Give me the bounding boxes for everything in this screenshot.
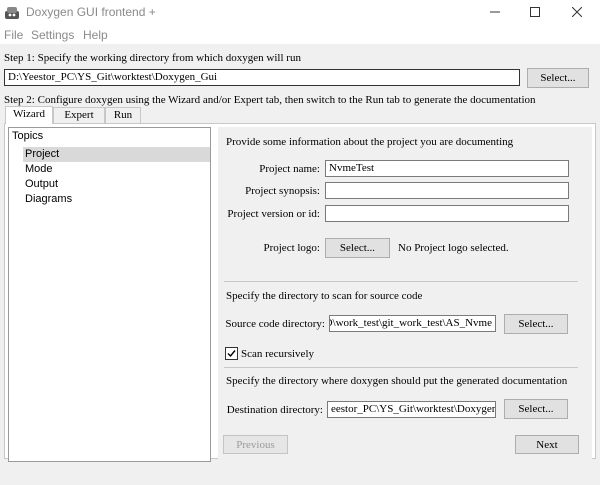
source-heading: Specify the directory to scan for source…: [226, 290, 423, 302]
project-logo-select-button[interactable]: Select...: [325, 238, 390, 258]
step1-label: Step 1: Specify the working directory fr…: [4, 52, 301, 64]
project-synopsis-label: Project synopsis:: [245, 185, 320, 197]
source-dir-select-button[interactable]: Select...: [504, 314, 568, 334]
checkmark-icon: [227, 350, 236, 358]
topic-item-mode[interactable]: Mode: [23, 162, 210, 177]
project-version-label: Project version or id:: [227, 208, 320, 220]
destination-heading: Specify the directory where doxygen shou…: [226, 375, 568, 387]
title-bar: Doxygen GUI frontend +: [0, 0, 600, 26]
scan-recursively-label: Scan recursively: [241, 348, 314, 360]
project-logo-status: No Project logo selected.: [398, 242, 509, 254]
maximize-button[interactable]: [512, 0, 558, 26]
menu-bar: File Settings Help: [0, 26, 600, 44]
window-title: Doxygen GUI frontend +: [26, 5, 156, 19]
tab-wizard[interactable]: Wizard: [5, 106, 53, 124]
topic-item-diagrams[interactable]: Diagrams: [23, 192, 210, 207]
working-dir-input[interactable]: D:\Yeestor_PC\YS_Git\worktest\Doxygen_Gu…: [4, 69, 520, 86]
close-button[interactable]: [554, 0, 600, 26]
project-logo-label: Project logo:: [263, 242, 320, 254]
separator-2: [224, 367, 578, 368]
source-dir-value: SSD\work_test\git_work_test\AS_Nvme: [329, 317, 492, 329]
project-synopsis-input[interactable]: [325, 182, 569, 199]
topics-title: Topics: [12, 130, 44, 142]
source-dir-input[interactable]: SSD\work_test\git_work_test\AS_Nvme: [329, 315, 496, 332]
topics-tree: Topics Project Mode Output Diagrams: [8, 127, 211, 462]
tab-expert[interactable]: Expert: [53, 107, 105, 124]
menu-settings[interactable]: Settings: [31, 28, 74, 42]
tab-run[interactable]: Run: [105, 107, 141, 124]
step2-label: Step 2: Configure doxygen using the Wiza…: [4, 94, 536, 106]
topic-item-output[interactable]: Output: [23, 177, 210, 192]
menu-help[interactable]: Help: [83, 28, 108, 42]
project-intro: Provide some information about the proje…: [226, 136, 514, 148]
project-name-input[interactable]: NvmeTest: [325, 160, 569, 177]
destination-dir-select-button[interactable]: Select...: [504, 399, 568, 419]
previous-button[interactable]: Previous: [223, 435, 288, 454]
destination-dir-label: Destination directory:: [226, 404, 323, 416]
topic-item-project[interactable]: Project: [23, 147, 210, 162]
working-dir-select-button[interactable]: Select...: [527, 68, 589, 88]
menu-file[interactable]: File: [4, 28, 23, 42]
minimize-icon: [490, 7, 500, 20]
doxygen-icon: [4, 5, 20, 21]
separator-1: [224, 281, 578, 282]
next-button[interactable]: Next: [515, 435, 579, 454]
source-dir-label: Source code directory:: [225, 318, 325, 330]
scan-recursively-checkbox[interactable]: [225, 347, 238, 360]
project-name-label: Project name:: [259, 163, 320, 175]
project-version-input[interactable]: [325, 205, 569, 222]
maximize-icon: [530, 6, 540, 20]
destination-dir-input[interactable]: eestor_PC\YS_Git\worktest\Doxygen_Gui: [327, 401, 496, 418]
close-icon: [571, 6, 583, 20]
